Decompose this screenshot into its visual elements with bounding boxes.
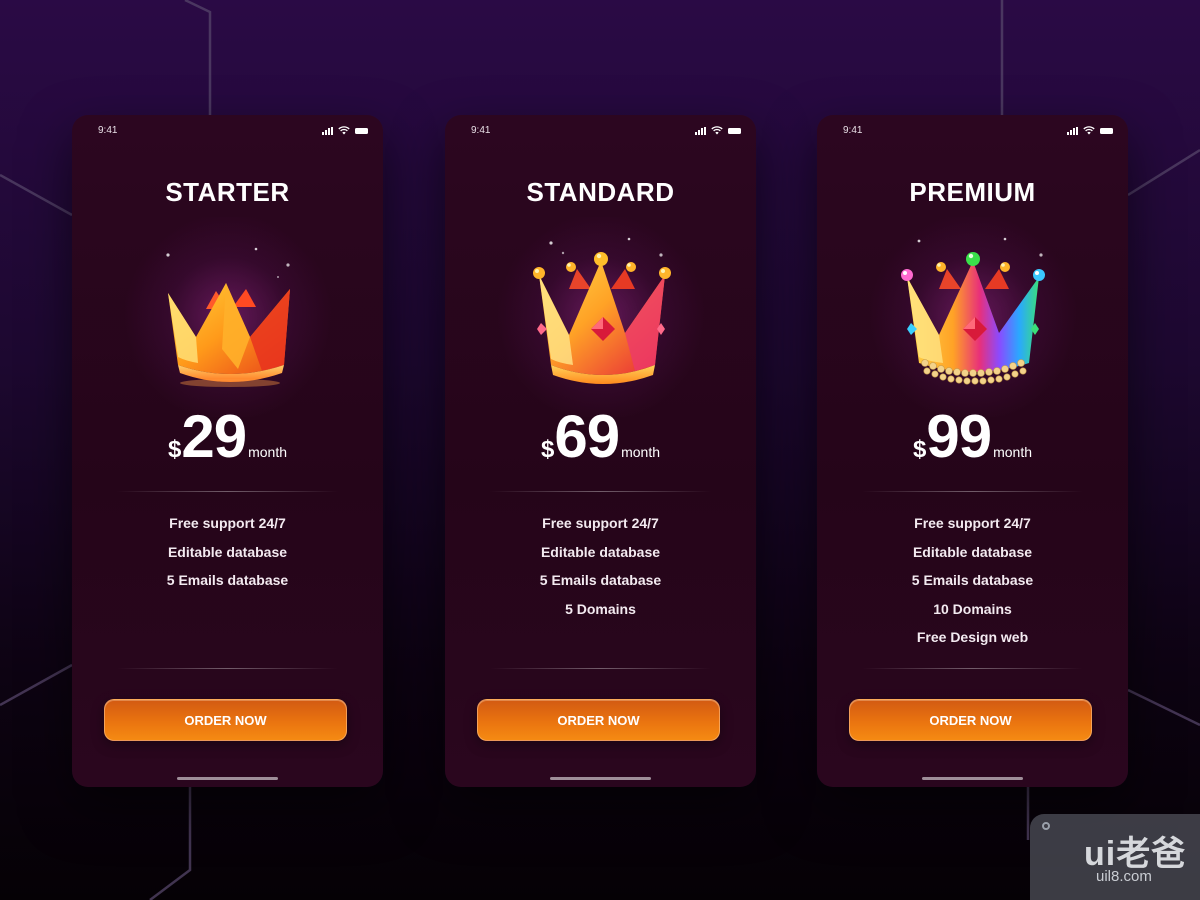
status-time: 9:41: [843, 125, 863, 136]
divider: [862, 491, 1083, 492]
order-now-button[interactable]: ORDER NOW: [104, 699, 347, 741]
order-now-button[interactable]: ORDER NOW: [849, 699, 1092, 741]
price: $99 month: [817, 407, 1128, 467]
status-time: 9:41: [471, 125, 491, 136]
divider: [490, 668, 711, 669]
price: $29 month: [72, 407, 383, 467]
rainbow-pearl-crown-icon: [862, 217, 1083, 417]
battery-icon: [1100, 128, 1113, 134]
currency-symbol: $: [912, 436, 927, 463]
signal-icon: [695, 127, 706, 135]
status-time: 9:41: [98, 125, 118, 136]
feature-item: Editable database: [912, 543, 1033, 560]
price-amount: 29: [181, 403, 247, 470]
feature-item: 5 Domains: [565, 600, 636, 617]
feature-item: Free support 24/7: [169, 515, 286, 531]
watermark-dot-icon: [1042, 822, 1050, 830]
feature-item: Free support 24/7: [542, 515, 659, 531]
divider: [490, 491, 711, 492]
watermark-url: uil8.com: [1096, 868, 1152, 885]
price-period: month: [993, 444, 1033, 460]
feature-item: Editable database: [167, 543, 288, 560]
feature-item: Free support 24/7: [914, 515, 1031, 531]
status-bar: 9:41: [72, 125, 383, 141]
signal-icon: [322, 127, 333, 135]
wifi-icon: [338, 126, 350, 135]
home-indicator: [550, 777, 651, 780]
currency-symbol: $: [540, 436, 555, 463]
feature-item: 5 Emails database: [539, 572, 662, 588]
jeweled-crown-icon: [490, 217, 711, 417]
watermark: ui老爸 uil8.com: [1030, 814, 1200, 900]
feature-item: 10 Domains: [933, 600, 1012, 617]
home-indicator: [177, 777, 278, 780]
status-bar: 9:41: [445, 125, 756, 141]
feature-item: 5 Emails database: [911, 572, 1034, 588]
feature-list: Free support 24/7 Editable database 5 Em…: [817, 513, 1128, 656]
plan-title: STANDARD: [526, 177, 675, 207]
plan-title: PREMIUM: [909, 177, 1036, 207]
price-amount: 99: [926, 403, 992, 470]
order-now-button[interactable]: ORDER NOW: [477, 699, 720, 741]
plan-title: STARTER: [165, 177, 290, 207]
divider: [117, 491, 338, 492]
signal-icon: [1067, 127, 1078, 135]
pricing-card-starter: 9:41 STARTER $29 month Free support 24/7…: [72, 115, 383, 787]
feature-item: Editable database: [540, 543, 661, 560]
price-period: month: [621, 444, 661, 460]
home-indicator: [922, 777, 1023, 780]
currency-symbol: $: [167, 436, 182, 463]
wifi-icon: [1083, 126, 1095, 135]
divider: [117, 668, 338, 669]
price-period: month: [248, 444, 288, 460]
feature-item: 5 Emails database: [166, 572, 289, 588]
pricing-card-standard: 9:41 STANDARD $69 month Free support 24/…: [445, 115, 756, 787]
status-bar: 9:41: [817, 125, 1128, 141]
battery-icon: [355, 128, 368, 134]
divider: [862, 668, 1083, 669]
wifi-icon: [711, 126, 723, 135]
feature-item: Free Design web: [916, 629, 1029, 645]
price-amount: 69: [554, 403, 620, 470]
pricing-card-premium: 9:41 PREMIUM $99 month Free support 24/7…: [817, 115, 1128, 787]
feature-list: Free support 24/7 Editable database 5 Em…: [72, 513, 383, 599]
price: $69 month: [445, 407, 756, 467]
gold-crown-icon: [117, 217, 338, 417]
battery-icon: [728, 128, 741, 134]
feature-list: Free support 24/7 Editable database 5 Em…: [445, 513, 756, 627]
